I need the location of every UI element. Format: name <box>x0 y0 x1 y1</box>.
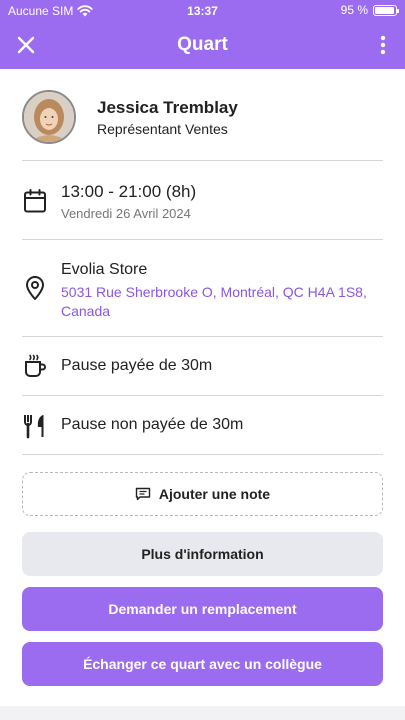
request-replacement-button[interactable]: Demander un remplacement <box>22 587 383 631</box>
bottom-strip <box>0 706 405 720</box>
avatar <box>22 90 76 144</box>
divider <box>22 336 383 337</box>
avatar-photo <box>24 92 74 142</box>
battery-info: 95 % <box>340 3 399 17</box>
fork-knife-icon <box>24 415 44 439</box>
calendar-icon <box>24 189 46 213</box>
employee-row: Jessica Tremblay Représentant Ventes <box>22 90 383 148</box>
note-icon <box>135 487 151 501</box>
divider <box>22 239 383 240</box>
location-address-link[interactable]: 5031 Rue Sherbrooke O, Montréal, QC H4A … <box>61 283 381 321</box>
add-note-label: Ajouter une note <box>158 486 271 502</box>
more-info-button[interactable]: Plus d'information <box>22 532 383 576</box>
shift-date: Vendredi 26 Avril 2024 <box>61 206 191 221</box>
battery-icon <box>373 4 399 16</box>
page-title: Quart <box>177 34 228 55</box>
battery-percent: 95 % <box>340 3 368 17</box>
location-pin-icon <box>26 276 44 300</box>
employee-name: Jessica Tremblay <box>97 98 238 117</box>
unpaid-break: Pause non payée de 30m <box>61 416 244 433</box>
employee-role: Représentant Ventes <box>97 121 228 137</box>
paid-break: Pause payée de 30m <box>61 357 213 374</box>
vertical-dots-icon[interactable] <box>379 34 387 56</box>
status-bar: Aucune SIM 13:37 95 % <box>0 0 405 22</box>
battery-level <box>375 6 394 14</box>
app-header: Quart <box>0 22 405 69</box>
divider <box>22 395 383 396</box>
location-name: Evolia Store <box>61 261 148 278</box>
divider <box>22 160 383 161</box>
shift-time-range: 13:00 - 21:00 (8h) <box>61 182 197 201</box>
add-note-button[interactable]: Ajouter une note <box>22 472 383 516</box>
coffee-cup-icon <box>25 354 46 377</box>
divider <box>22 454 383 455</box>
swap-shift-button[interactable]: Échanger ce quart avec un collègue <box>22 642 383 686</box>
